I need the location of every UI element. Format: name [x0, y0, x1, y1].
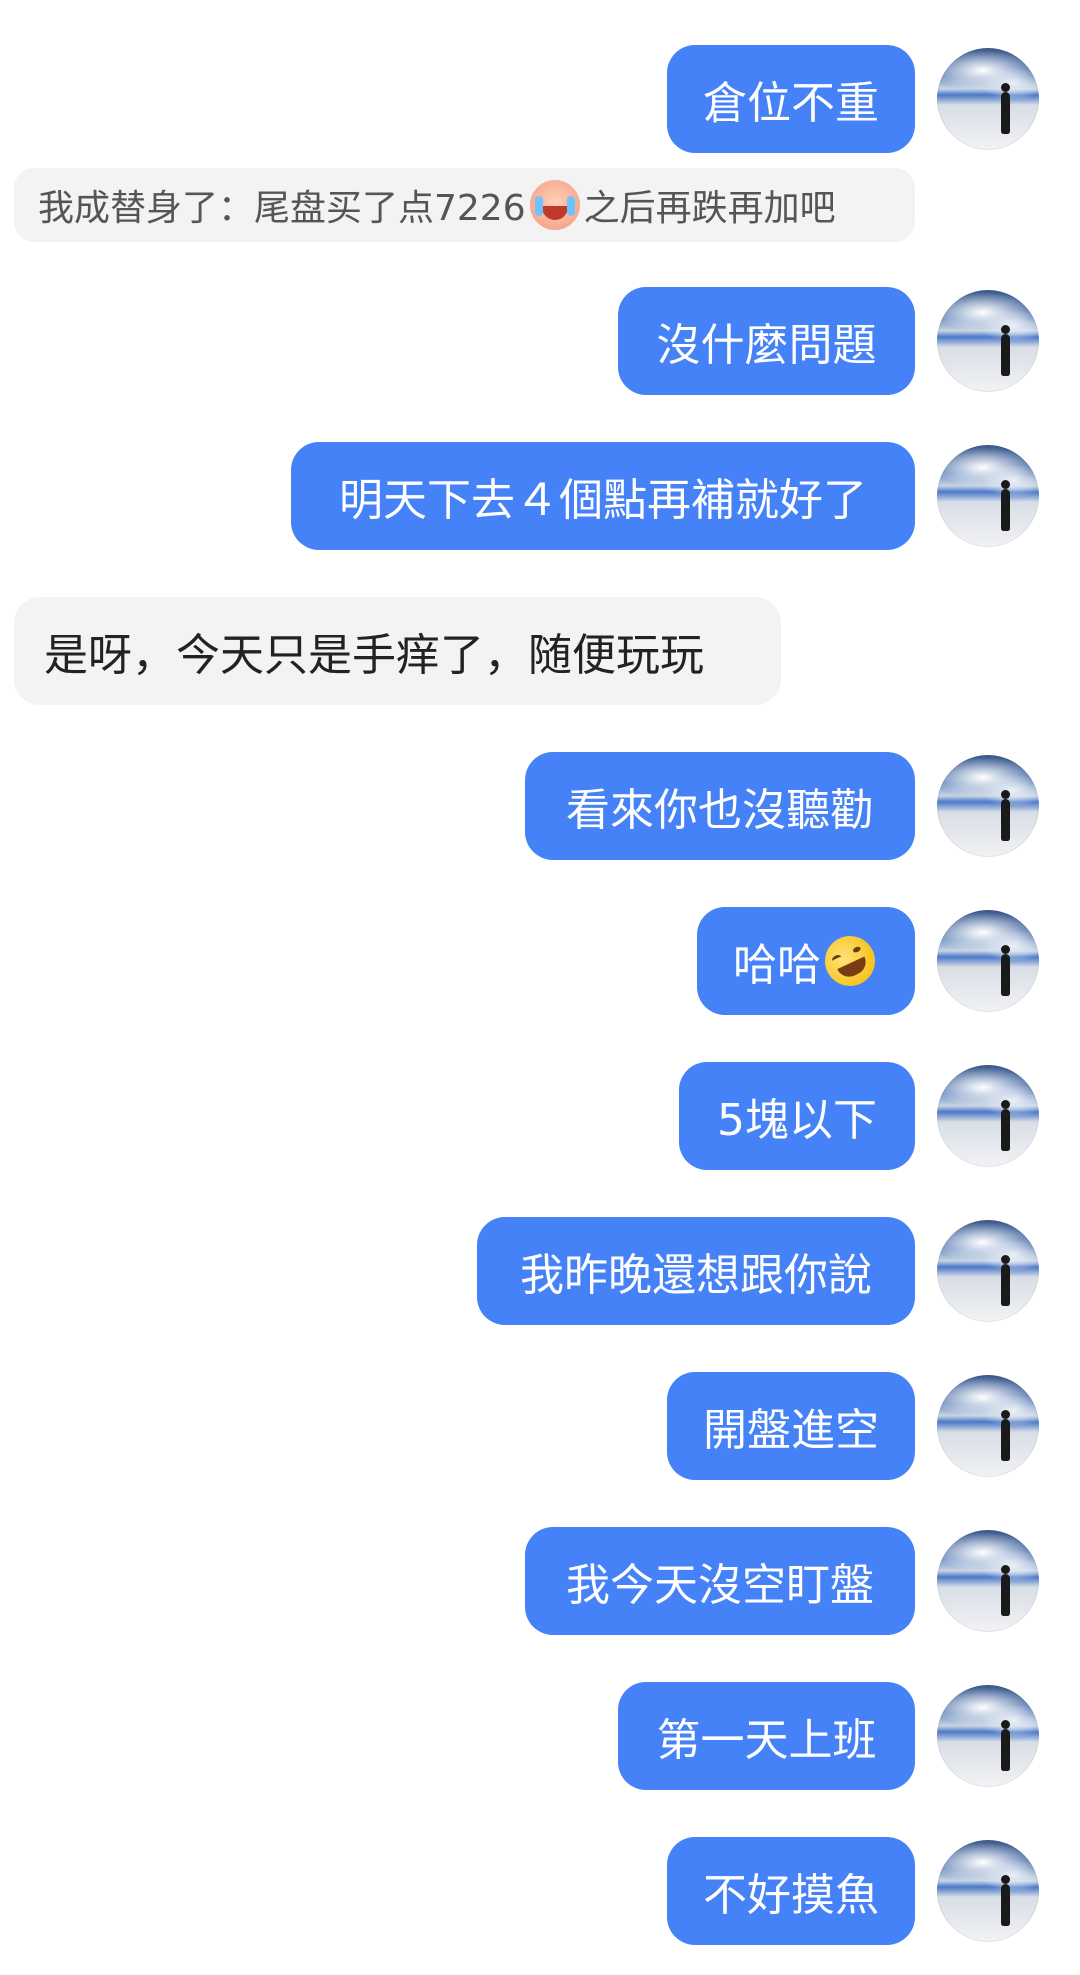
message-text: 不好摸魚	[703, 1870, 879, 1921]
outgoing-message[interactable]: 沒什麼問題	[618, 287, 915, 395]
user-avatar[interactable]	[937, 1375, 1039, 1477]
user-avatar[interactable]	[937, 755, 1039, 857]
message-text: 哈哈	[733, 940, 821, 991]
message-text: 開盤進空	[703, 1405, 879, 1456]
message-text: 看來你也沒聽勸	[566, 785, 874, 836]
outgoing-message[interactable]: 我今天沒空盯盤	[525, 1527, 915, 1635]
quote-text-after: 之后再跌再加吧	[583, 188, 836, 229]
outgoing-message[interactable]: 第一天上班	[618, 1682, 915, 1790]
user-avatar[interactable]	[937, 48, 1039, 150]
outgoing-message[interactable]: 看來你也沒聽勸	[525, 752, 915, 860]
quote-text: 我成替身了：尾盘买了点7226	[38, 188, 526, 229]
message-text: 明天下去４個點再補就好了	[339, 475, 867, 526]
user-avatar[interactable]	[937, 445, 1039, 547]
user-avatar[interactable]	[937, 1840, 1039, 1942]
outgoing-message[interactable]: 哈哈	[697, 907, 915, 1015]
outgoing-message[interactable]: 我昨晚還想跟你說	[477, 1217, 915, 1325]
message-text: 5塊以下	[717, 1095, 877, 1146]
outgoing-message[interactable]: 明天下去４個點再補就好了	[291, 442, 915, 550]
incoming-message[interactable]: 是呀，今天只是手痒了，随便玩玩	[14, 597, 781, 705]
message-text: 倉位不重	[703, 78, 879, 129]
outgoing-message[interactable]: 5塊以下	[679, 1062, 915, 1170]
quoted-reply[interactable]: 我成替身了：尾盘买了点7226 之后再跌再加吧	[14, 168, 915, 242]
message-text: 沒什麼問題	[656, 320, 877, 371]
message-text: 我今天沒空盯盤	[566, 1560, 874, 1611]
outgoing-message[interactable]: 開盤進空	[667, 1372, 915, 1480]
user-avatar[interactable]	[937, 1530, 1039, 1632]
crying-face-emoji-icon	[529, 180, 580, 230]
user-avatar[interactable]	[937, 1220, 1039, 1322]
message-text: 是呀，今天只是手痒了，随便玩玩	[44, 630, 704, 681]
user-avatar[interactable]	[937, 910, 1039, 1012]
message-text: 第一天上班	[656, 1715, 877, 1766]
outgoing-message[interactable]: 倉位不重	[667, 45, 915, 153]
rolling-laughing-emoji-icon	[816, 927, 884, 995]
message-text: 我昨晚還想跟你說	[520, 1250, 872, 1301]
user-avatar[interactable]	[937, 1065, 1039, 1167]
user-avatar[interactable]	[937, 1685, 1039, 1787]
user-avatar[interactable]	[937, 290, 1039, 392]
outgoing-message[interactable]: 不好摸魚	[667, 1837, 915, 1945]
